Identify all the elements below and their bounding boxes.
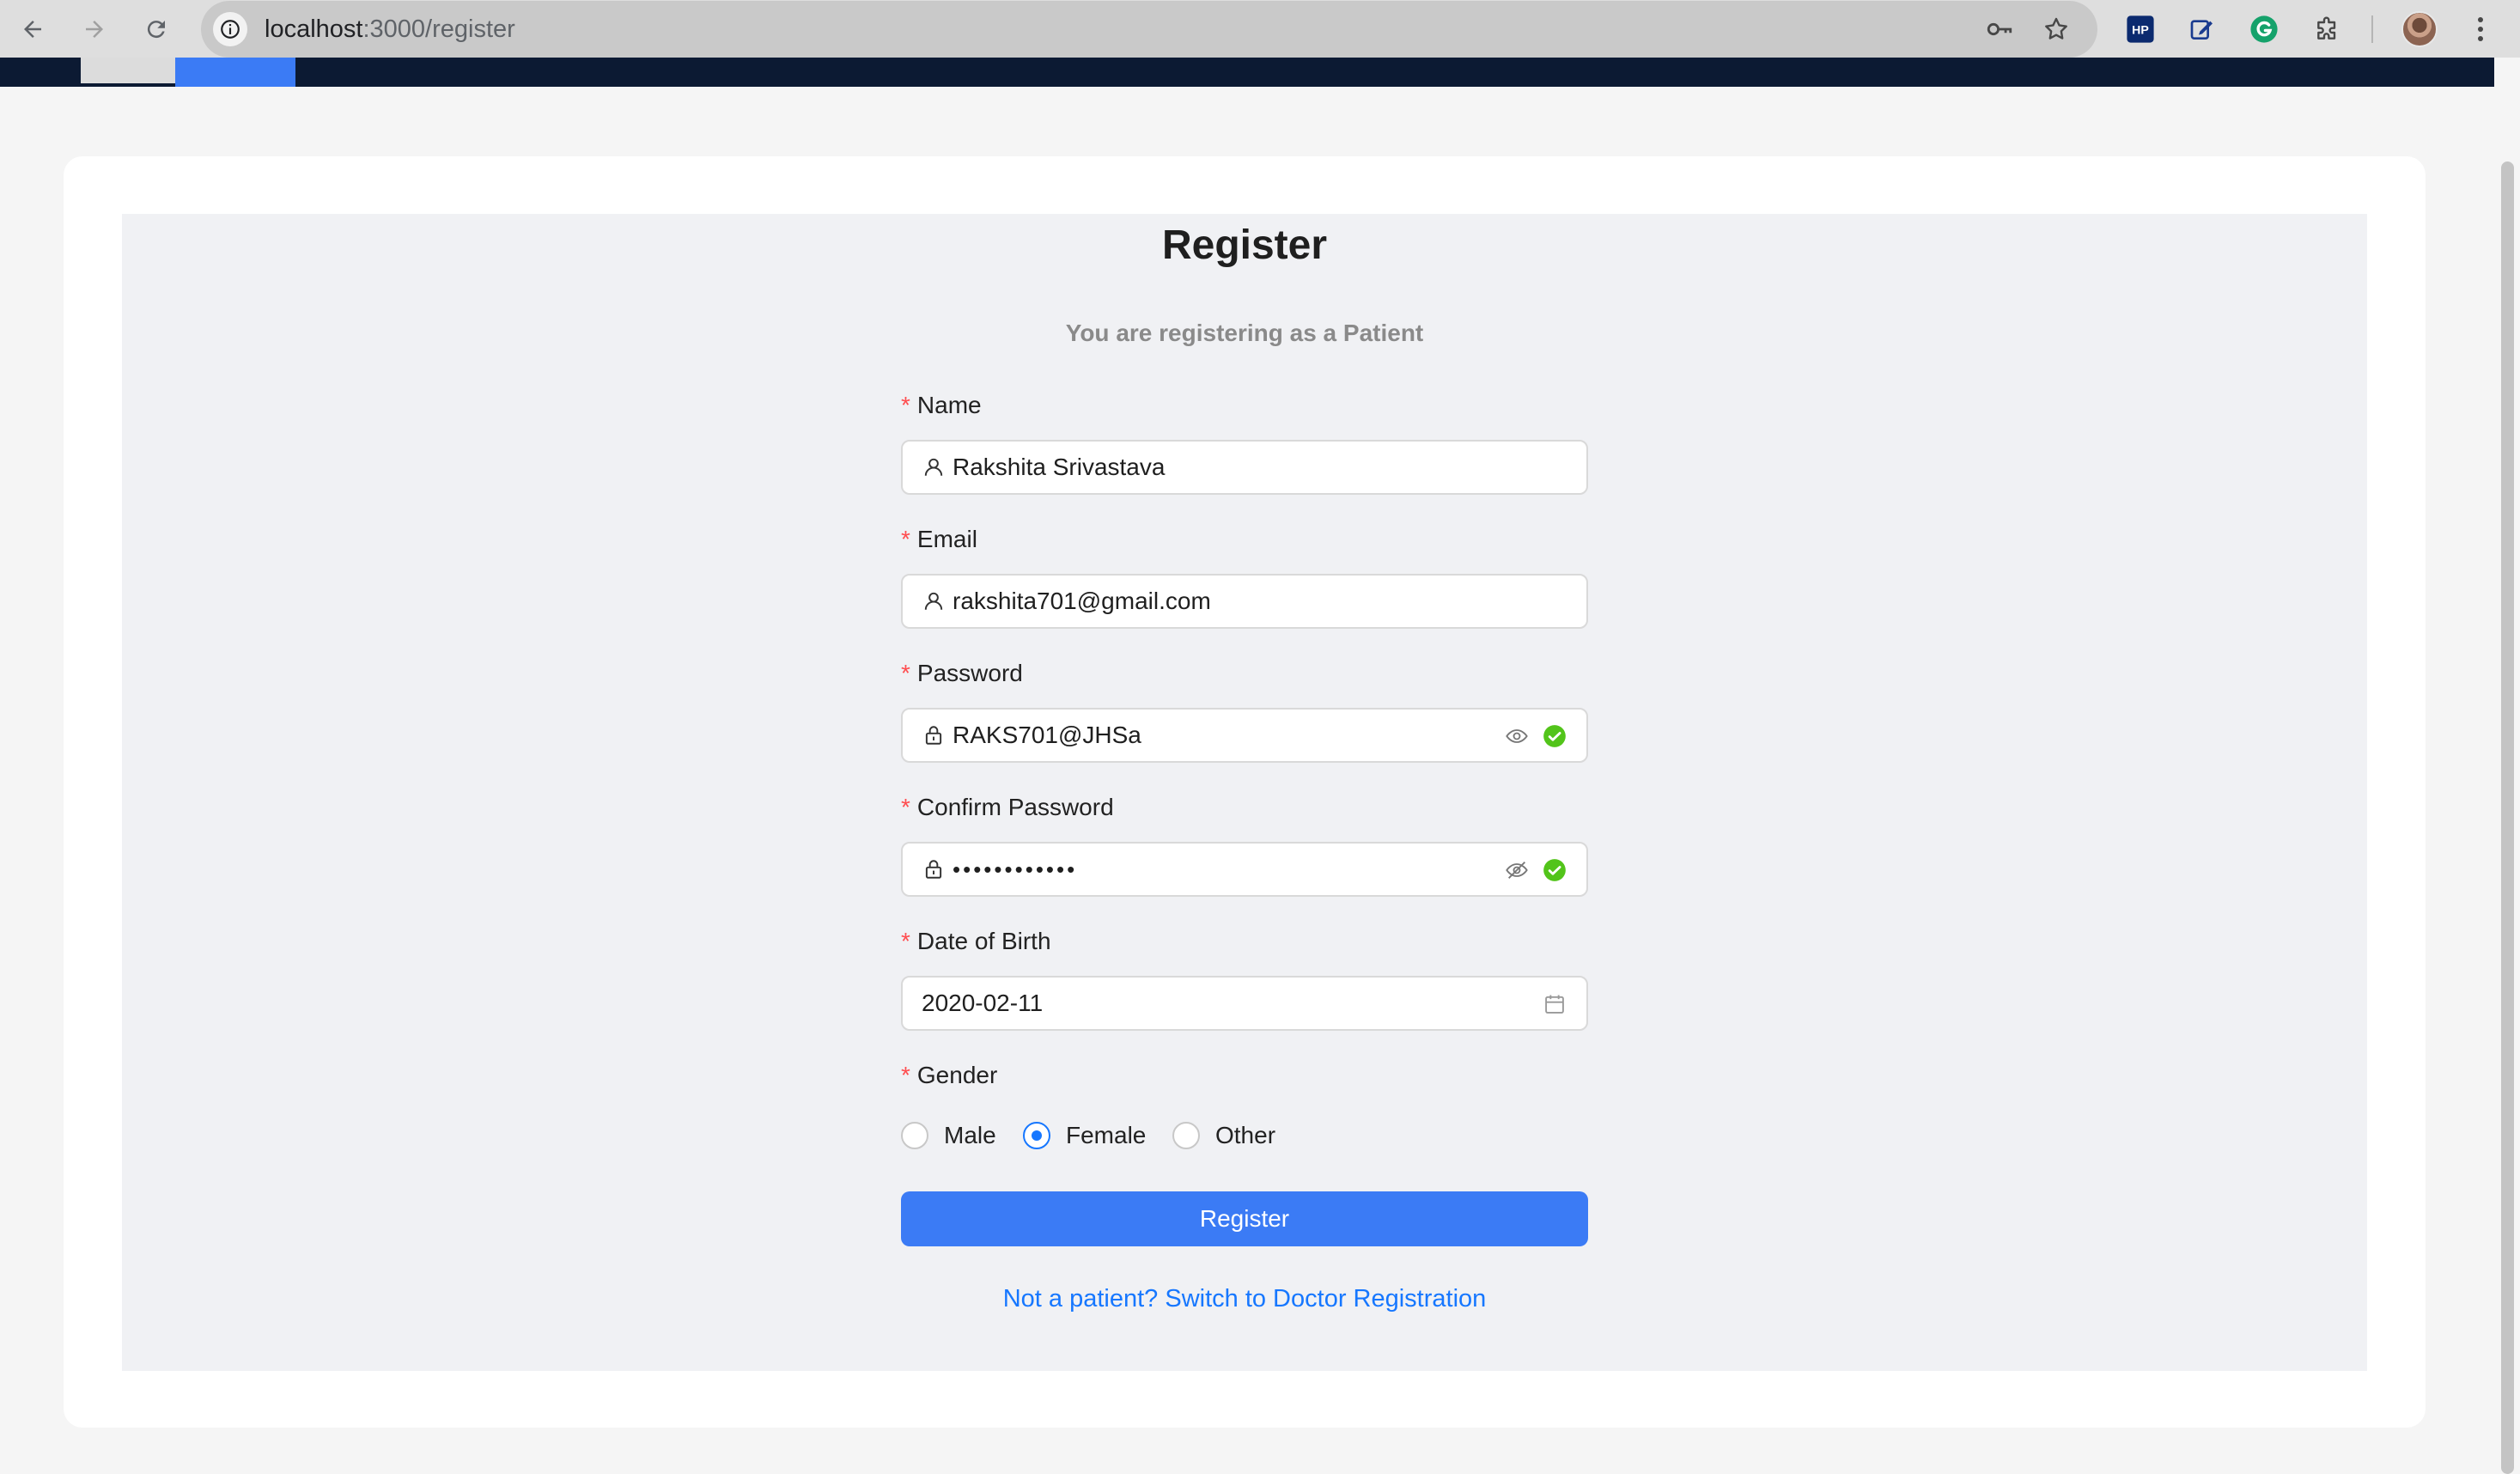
check-circle-icon <box>1542 723 1567 749</box>
back-button[interactable] <box>15 12 50 46</box>
gender-option-other[interactable]: Other <box>1172 1118 1275 1153</box>
confirm-password-value: •••••••••••• <box>953 856 1078 882</box>
required-marker: * <box>901 660 910 686</box>
check-circle-icon <box>1542 857 1567 883</box>
dob-field[interactable]: 2020-02-11 <box>901 976 1588 1031</box>
email-value: rakshita701@gmail.com <box>953 588 1211 614</box>
dob-label: * Date of Birth <box>901 928 1051 954</box>
page-title: Register <box>1161 222 1328 268</box>
name-value: Rakshita Srivastava <box>953 454 1166 480</box>
browser-toolbar: localhost:3000/register HP <box>0 0 2520 58</box>
nav-tab-active[interactable] <box>175 58 295 87</box>
svg-text:HP: HP <box>2132 24 2149 38</box>
bookmark-star-icon[interactable] <box>2039 12 2073 46</box>
gender-label: * Gender <box>901 1062 998 1088</box>
arrow-left-icon <box>24 21 41 38</box>
eye-icon[interactable] <box>1504 723 1530 749</box>
lock-icon <box>922 857 946 881</box>
radio-label: Male <box>944 1122 996 1148</box>
site-info-icon[interactable] <box>213 12 247 46</box>
confirm-password-label: * Confirm Password <box>901 794 1114 820</box>
arrow-right-icon <box>86 21 103 38</box>
password-field[interactable]: RAKS701@JHSa <box>901 708 1588 763</box>
grammarly-extension-icon[interactable] <box>2247 12 2281 46</box>
toolbar-divider <box>2371 15 2373 43</box>
dob-value: 2020-02-11 <box>922 990 1044 1016</box>
required-marker: * <box>901 928 910 954</box>
url-text: localhost:3000/register <box>265 1 515 58</box>
password-value: RAKS701@JHSa <box>953 722 1141 748</box>
nav-tab-inactive[interactable] <box>81 58 175 83</box>
confirm-password-field[interactable]: •••••••••••• <box>901 842 1588 897</box>
password-label: * Password <box>901 660 1023 686</box>
browser-menu-icon[interactable] <box>2467 12 2494 46</box>
address-bar[interactable]: localhost:3000/register <box>201 1 2097 58</box>
required-marker: * <box>901 392 910 418</box>
email-field[interactable]: rakshita701@gmail.com <box>901 574 1588 629</box>
name-label: * Name <box>901 392 982 418</box>
lock-icon <box>922 723 946 747</box>
page-subtitle: You are registering as a Patient <box>1065 320 1424 346</box>
register-button[interactable]: Register <box>901 1191 1588 1246</box>
required-marker: * <box>901 526 910 552</box>
password-key-icon[interactable] <box>1982 12 2017 46</box>
eye-off-icon[interactable] <box>1504 857 1530 883</box>
required-marker: * <box>901 794 910 820</box>
user-icon <box>922 455 946 479</box>
scrollbar-thumb[interactable] <box>2501 161 2514 1474</box>
required-marker: * <box>901 1062 910 1088</box>
edit-extension-icon[interactable] <box>2185 12 2219 46</box>
radio-label: Female <box>1066 1122 1147 1148</box>
calendar-icon[interactable] <box>1542 991 1567 1017</box>
radio-circle[interactable] <box>901 1122 928 1149</box>
email-label: * Email <box>901 526 977 552</box>
user-icon <box>922 589 946 613</box>
url-host: localhost <box>265 15 363 43</box>
radio-label: Other <box>1215 1122 1276 1148</box>
gender-option-male[interactable]: Male <box>901 1118 996 1153</box>
reload-icon <box>147 21 165 39</box>
forward-button[interactable] <box>77 12 112 46</box>
gender-radio-group: Male Female Other <box>901 1118 1588 1153</box>
gender-option-female[interactable]: Female <box>1023 1118 1146 1153</box>
profile-avatar[interactable] <box>2401 11 2438 47</box>
url-path: :3000/register <box>362 15 515 43</box>
switch-to-doctor-link[interactable]: Not a patient? Switch to Doctor Registra… <box>901 1285 1588 1313</box>
app-navbar <box>0 58 2494 87</box>
radio-circle-selected[interactable] <box>1023 1122 1050 1149</box>
extensions-puzzle-icon[interactable] <box>2310 12 2345 46</box>
hp-extension-icon[interactable]: HP <box>2123 12 2158 46</box>
reload-button[interactable] <box>139 12 173 46</box>
name-field[interactable]: Rakshita Srivastava <box>901 440 1588 495</box>
radio-circle[interactable] <box>1172 1122 1200 1149</box>
